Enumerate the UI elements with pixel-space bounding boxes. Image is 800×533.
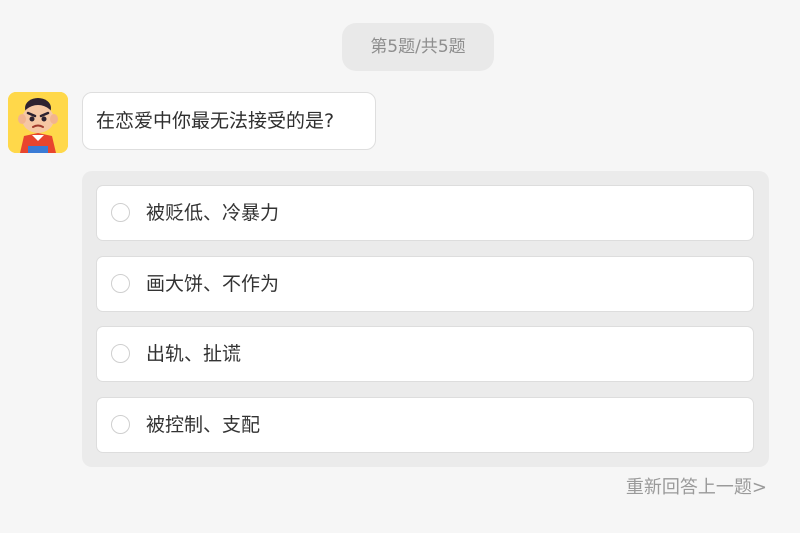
radio-icon[interactable] — [111, 344, 130, 363]
radio-icon[interactable] — [111, 415, 130, 434]
option-1[interactable]: 被贬低、冷暴力 — [96, 185, 754, 241]
bot-avatar — [8, 92, 68, 153]
options-panel: 被贬低、冷暴力 画大饼、不作为 出轨、扯谎 被控制、支配 — [82, 171, 769, 467]
previous-question-link[interactable]: 重新回答上一题> — [626, 476, 767, 500]
option-4[interactable]: 被控制、支配 — [96, 397, 754, 453]
question-text: 在恋爱中你最无法接受的是? — [96, 110, 335, 132]
radio-icon[interactable] — [111, 274, 130, 293]
option-label: 被控制、支配 — [146, 414, 261, 436]
option-label: 被贬低、冷暴力 — [146, 202, 280, 224]
radio-icon[interactable] — [111, 203, 130, 222]
question-progress-badge: 第5题/共5题 — [342, 23, 494, 71]
option-label: 出轨、扯谎 — [146, 343, 242, 365]
option-3[interactable]: 出轨、扯谎 — [96, 326, 754, 382]
option-label: 画大饼、不作为 — [146, 273, 280, 295]
question-bubble: 在恋爱中你最无法接受的是? — [82, 92, 376, 150]
cartoon-boy-icon — [8, 92, 68, 153]
option-2[interactable]: 画大饼、不作为 — [96, 256, 754, 312]
